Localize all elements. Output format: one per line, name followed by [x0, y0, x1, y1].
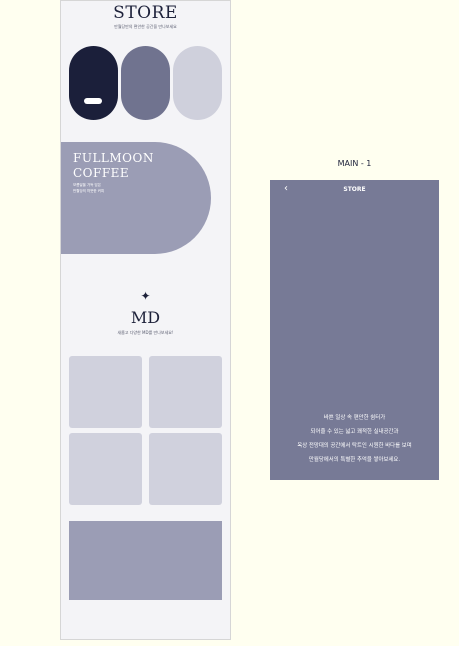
- md-tile[interactable]: [69, 433, 142, 505]
- mobile-screen: ‹ STORE 바쁜 일상 속 편안한 쉼터가 되어줄 수 있는 넓고 쾌적한 …: [270, 180, 439, 480]
- brand-caption-line1: 보름달을 가득 담은: [73, 183, 101, 187]
- store-page-preview: STORE 만월당만의 편안한 공간을 만나보세요 FULLMOON COFFE…: [60, 0, 231, 640]
- md-tile[interactable]: [149, 356, 222, 428]
- brand-block: FULLMOON COFFEE 보름달을 가득 담은 만월당의 따뜻한 커피: [61, 142, 211, 254]
- store-pill-2[interactable]: [121, 46, 170, 120]
- pill-indicator[interactable]: [84, 98, 102, 104]
- store-pill-1[interactable]: [69, 46, 118, 120]
- mobile-title: STORE: [343, 186, 366, 193]
- brand-title-line1: FULLMOON: [73, 151, 154, 165]
- md-subtitle: 새롭고 다양한 MD를 만나보세요!: [117, 330, 174, 335]
- sparkle-icon: ✦: [140, 289, 151, 303]
- md-tile[interactable]: [69, 356, 142, 428]
- description-line: 바쁜 일상 속 편안한 쉼터가: [323, 415, 386, 421]
- brand-caption-line2: 만월당의 따뜻한 커피: [73, 189, 105, 193]
- store-pill-3[interactable]: [173, 46, 222, 120]
- description-line: 되어줄 수 있는 넓고 쾌적한 실내공간과: [310, 429, 399, 435]
- description-line: 옥상 전망대의 공간에서 탁트인 시원한 바다를 보며: [297, 443, 412, 449]
- description-line: 만월당에서의 특별한 추억을 쌓아보세요.: [308, 457, 401, 463]
- store-subtitle: 만월당만의 편안한 공간을 만나보세요: [114, 24, 177, 29]
- md-title: MD: [130, 308, 161, 327]
- mobile-description: 바쁜 일상 속 편안한 쉼터가 되어줄 수 있는 넓고 쾌적한 실내공간과 옥상…: [270, 411, 439, 467]
- bottom-banner[interactable]: [69, 521, 222, 600]
- screen-caption: MAIN - 1: [337, 159, 372, 168]
- store-title: STORE: [113, 3, 178, 23]
- md-tile[interactable]: [149, 433, 222, 505]
- brand-title-line2: COFFEE: [73, 166, 130, 180]
